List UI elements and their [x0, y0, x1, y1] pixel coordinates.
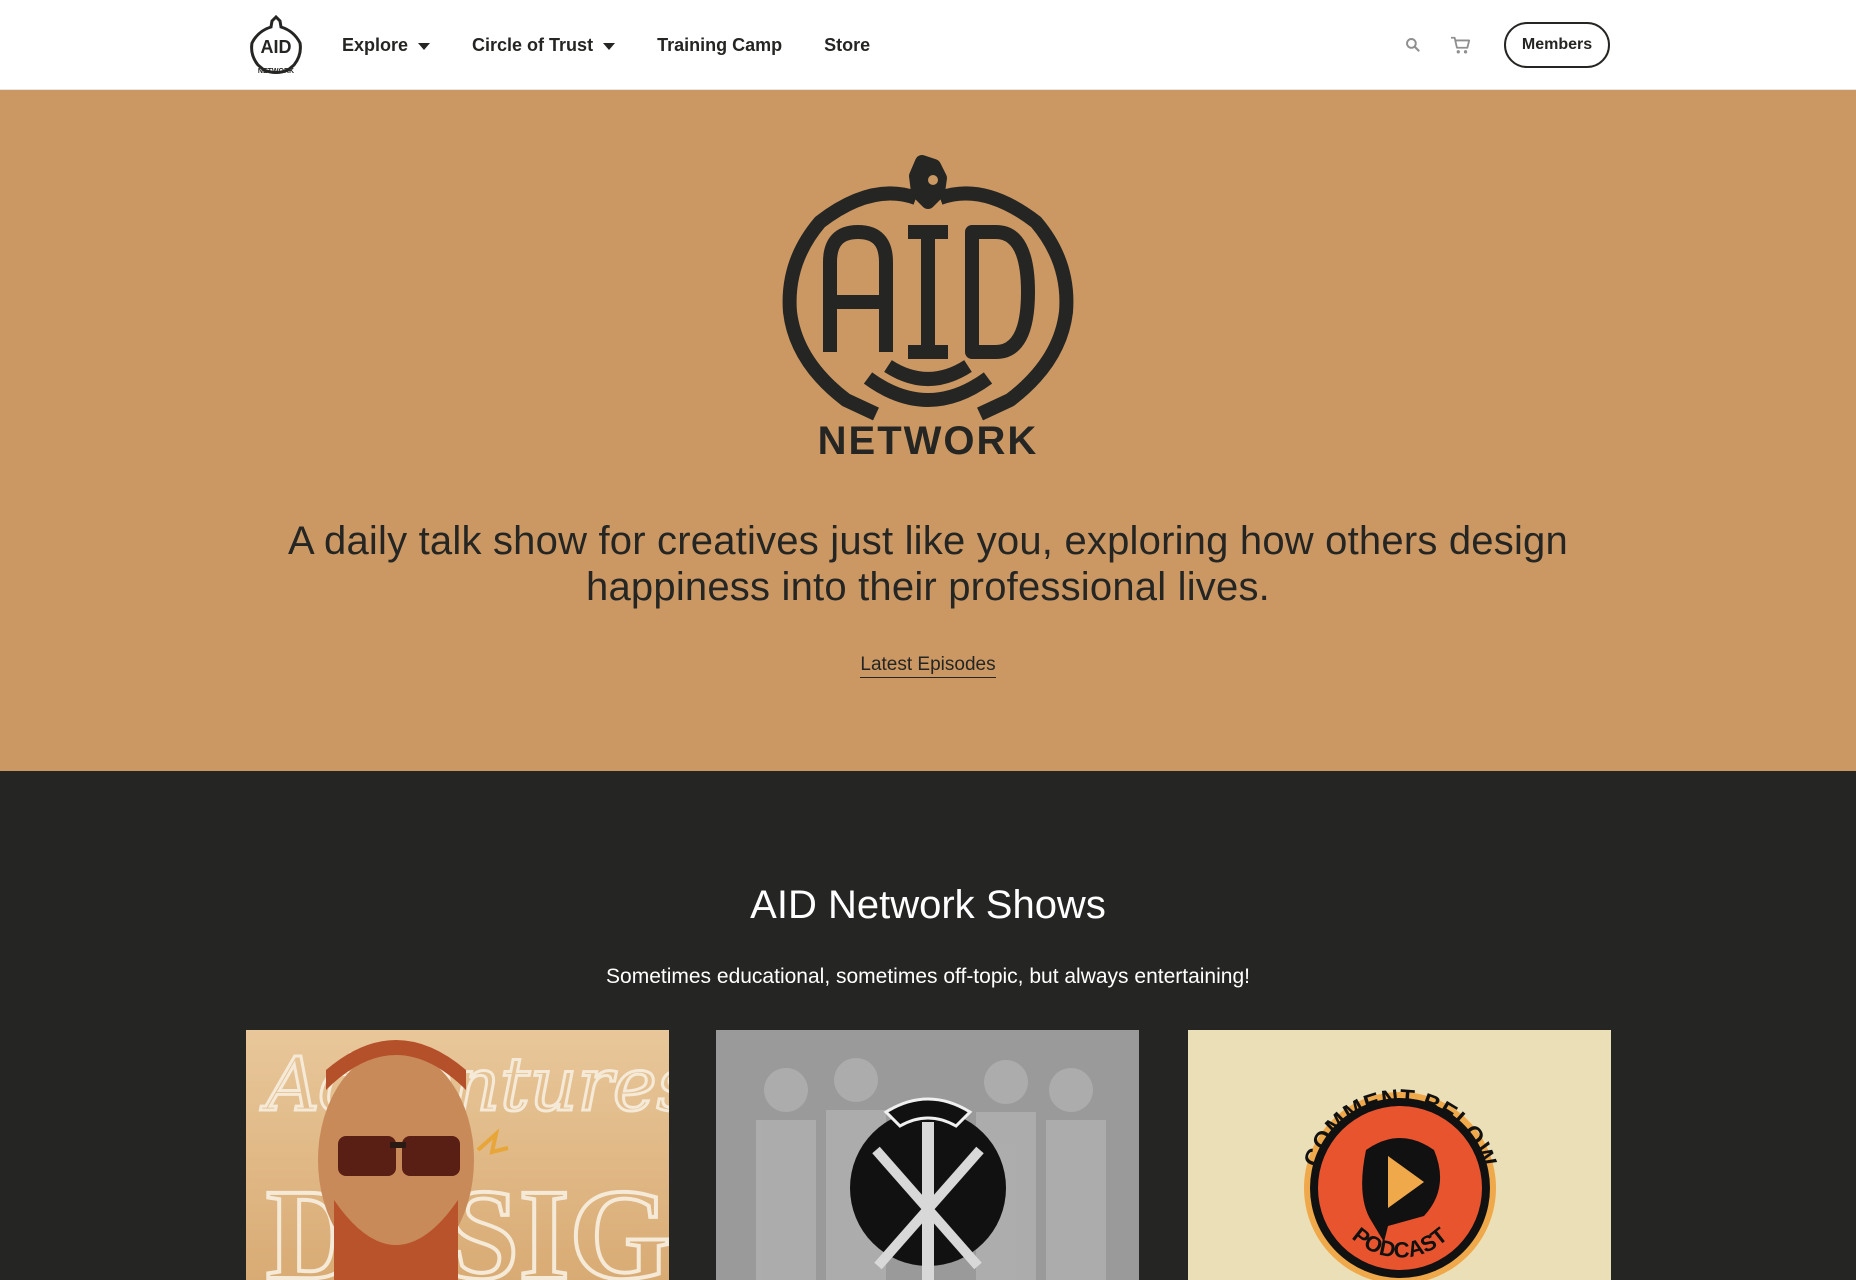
latest-episodes-wrapper: Latest Episodes [0, 654, 1856, 678]
aid-network-hero-logo: NETWORK [776, 152, 1080, 463]
latest-episodes-link[interactable]: Latest Episodes [860, 654, 996, 678]
nav-training-camp[interactable]: Training Camp [657, 35, 782, 56]
cart-icon[interactable] [1450, 34, 1472, 56]
svg-text:NETWORK: NETWORK [818, 419, 1039, 460]
shows-title: AID Network Shows [750, 883, 1106, 927]
nav-explore-label: Explore [342, 34, 409, 55]
show-card-hammer[interactable] [716, 1030, 1139, 1280]
members-button[interactable]: Members [1504, 22, 1610, 68]
adventures-in-design-artwork: Adventures in Design DESIGN [259, 1040, 669, 1280]
hero-section: NETWORK A daily talk show for creatives … [0, 90, 1856, 771]
nav-circle-of-trust-label: Circle of Trust [472, 34, 594, 55]
comment-below-podcast-artwork: COMMENT BELOW PODCAST [1299, 1085, 1501, 1280]
search-icon[interactable] [1402, 34, 1424, 56]
hammer-show-artwork [756, 1058, 1106, 1280]
nav-store-label: Store [824, 34, 871, 55]
nav-circle-of-trust[interactable]: Circle of Trust [472, 34, 616, 56]
caret-down-icon [418, 42, 431, 50]
show-card-adventures-in-design[interactable]: Adventures in Design DESIGN [246, 1030, 669, 1280]
nav-store[interactable]: Store [824, 35, 870, 56]
hero-tagline: A daily talk show for creatives just lik… [288, 519, 1568, 609]
aid-network-logo[interactable]: AID NETWORK [244, 13, 308, 77]
svg-text:AID: AID [261, 37, 292, 57]
shows-section: AID Network Shows Sometimes educational,… [0, 771, 1856, 1280]
show-card-comment-below[interactable]: COMMENT BELOW PODCAST [1188, 1030, 1611, 1280]
nav-links: Explore Circle of Trust Training Camp St… [342, 0, 912, 90]
nav-explore[interactable]: Explore [342, 34, 431, 56]
shows-subtitle: Sometimes educational, sometimes off-top… [606, 965, 1250, 988]
nav-training-camp-label: Training Camp [657, 34, 783, 55]
top-nav: AID NETWORK Explore Circle of Trust Trai… [0, 0, 1856, 90]
nav-actions: Members [1402, 0, 1610, 90]
svg-text:NETWORK: NETWORK [258, 68, 294, 75]
caret-down-icon [603, 42, 616, 50]
